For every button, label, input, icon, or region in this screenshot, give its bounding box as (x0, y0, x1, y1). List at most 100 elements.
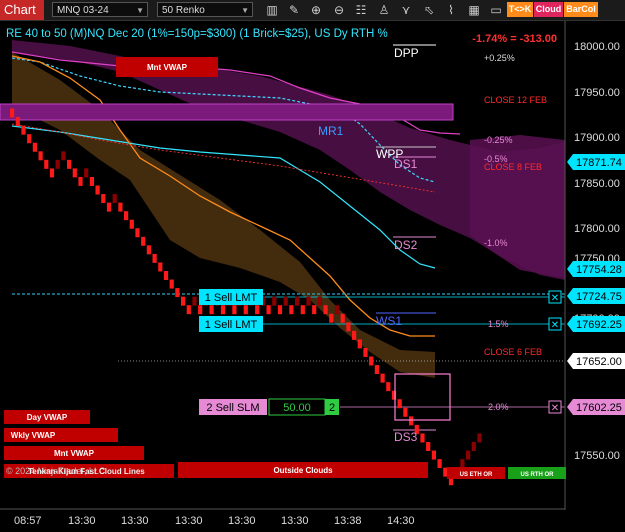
renko-brick (295, 296, 300, 306)
zoom-out-icon[interactable]: ⊖ (331, 2, 347, 18)
renko-brick (426, 442, 431, 451)
renko-brick (44, 159, 49, 169)
bar-type-selector[interactable]: 50 Renko ▼ (157, 2, 253, 17)
dpp-label: DPP (394, 46, 419, 60)
minus-025-label: -0.25% (484, 135, 513, 145)
pct-15-label: 1.5% (488, 319, 509, 329)
pct-change: -1.74% = -313.00 (472, 33, 557, 45)
renko-brick (443, 467, 448, 477)
price-tag-text: 17871.74 (576, 157, 622, 169)
barcol-toggle-button[interactable]: BarCol (564, 2, 598, 17)
renko-brick (61, 151, 66, 161)
time-tick: 13:30 (121, 515, 149, 527)
renko-brick (266, 305, 271, 315)
tk-toggle-button[interactable]: T<>K (507, 2, 533, 17)
renko-brick (27, 134, 32, 144)
price-tick: 17550.00 (574, 450, 620, 462)
renko-brick (10, 108, 15, 118)
sell-lmt-2-label: 1 Sell LMT (205, 319, 258, 331)
price-tag-text: 17724.75 (576, 291, 622, 303)
renko-brick (192, 296, 197, 306)
renko-brick (129, 219, 134, 229)
strategy-icon[interactable]: ♙ (376, 2, 392, 18)
renko-brick (15, 117, 20, 127)
renko-brick (21, 125, 26, 135)
chart-trader-icon[interactable]: ▦ (466, 2, 482, 18)
price-tag-17724: 17724.75 (567, 288, 625, 304)
mnt-vwap-label: Mnt VWAP (54, 449, 95, 458)
renko-brick (67, 159, 72, 169)
cursor-icon[interactable]: ⬁ (421, 2, 437, 18)
renko-brick (409, 416, 414, 426)
price-tag-text: 17602.25 (576, 402, 622, 414)
renko-brick (175, 288, 180, 298)
chart-toolbar: Chart MNQ 03-24 ▼ 50 Renko ▼ ▥ ✎ ⊕ ⊖ ☷ ♙… (0, 0, 625, 21)
price-tag-17602: 17602.25 (567, 399, 625, 415)
price-chart[interactable]: RE 40 to 50 (M)NQ Dec 20 (1%=150p=$300) … (0, 21, 625, 532)
renko-brick (272, 296, 277, 306)
price-tick: 17950.00 (574, 87, 620, 99)
renko-brick (72, 168, 77, 178)
renko-brick (357, 339, 362, 349)
time-tick: 13:30 (281, 515, 309, 527)
renko-brick (141, 236, 146, 246)
renko-brick (380, 373, 385, 383)
renko-brick (289, 305, 294, 315)
renko-brick (334, 305, 340, 315)
renko-brick (323, 305, 328, 315)
renko-brick (124, 211, 129, 221)
magnet-icon[interactable]: ⌇ (443, 2, 459, 18)
chart-type-icon[interactable]: ▥ (264, 2, 280, 18)
renko-brick (163, 271, 169, 280)
sell-slm-label: 2 Sell SLM (206, 402, 259, 414)
price-tag-17754: 17754.28 (567, 261, 625, 277)
renko-brick (158, 262, 163, 272)
renko-brick (431, 450, 436, 460)
cloud-toggle-button[interactable]: Cloud (534, 2, 563, 17)
close-6feb-label: CLOSE 6 FEB (484, 347, 542, 357)
zoom-in-icon[interactable]: ⊕ (308, 2, 324, 18)
us-rth-label: US RTH OR (521, 472, 555, 478)
properties-icon[interactable]: ☷ (353, 2, 369, 18)
minus-1-label: -1.0% (484, 238, 508, 248)
renko-brick (112, 194, 117, 204)
renko-brick (101, 194, 106, 204)
renko-brick (437, 459, 442, 469)
time-tick: 13:30 (175, 515, 203, 527)
renko-brick (78, 176, 83, 186)
price-tick: 17900.00 (574, 132, 620, 144)
time-tick: 13:38 (334, 515, 362, 527)
renko-brick (397, 399, 402, 409)
chart-title: RE 40 to 50 (M)NQ Dec 20 (1%=150p=$300) … (6, 28, 388, 40)
sell-lmt-1-label: 1 Sell LMT (205, 292, 258, 304)
renko-brick (55, 159, 60, 169)
mr1-band (0, 103, 454, 121)
ds2-label: DS2 (394, 238, 418, 252)
renko-brick (363, 347, 368, 357)
slm-count-value: 2 (329, 402, 335, 414)
chevron-down-icon: ▼ (241, 6, 249, 15)
overlay-label: Tenkan-Kijun Fast Cloud Lines (28, 467, 145, 476)
selection-box (394, 373, 451, 421)
instrument-selector[interactable]: MNQ 03-24 ▼ (52, 2, 148, 17)
day-vwap-label: Day VWAP (27, 413, 68, 422)
renko-brick (403, 407, 408, 417)
mr1-label: MR1 (318, 124, 344, 138)
pct-20-label: 2.0% (488, 402, 509, 412)
pencil-icon[interactable]: ✎ (286, 2, 302, 18)
indicators-icon[interactable]: ⋎ (398, 2, 414, 18)
chart-tab-label[interactable]: Chart (0, 0, 44, 20)
renko-brick (169, 279, 174, 289)
renko-brick (317, 296, 322, 306)
renko-brick (477, 433, 482, 443)
renko-brick (471, 442, 476, 451)
us-eth-label: US ETH OR (460, 472, 493, 478)
windows-icon[interactable]: ▭ (488, 2, 504, 18)
renko-brick (49, 168, 55, 178)
renko-brick (300, 305, 305, 315)
wkly-vwap-label: Wkly VWAP (11, 431, 56, 440)
renko-brick (84, 168, 89, 178)
price-tag-text: 17692.25 (576, 319, 622, 331)
renko-brick (466, 450, 471, 460)
outside-clouds-label: Outside Clouds (273, 466, 333, 475)
